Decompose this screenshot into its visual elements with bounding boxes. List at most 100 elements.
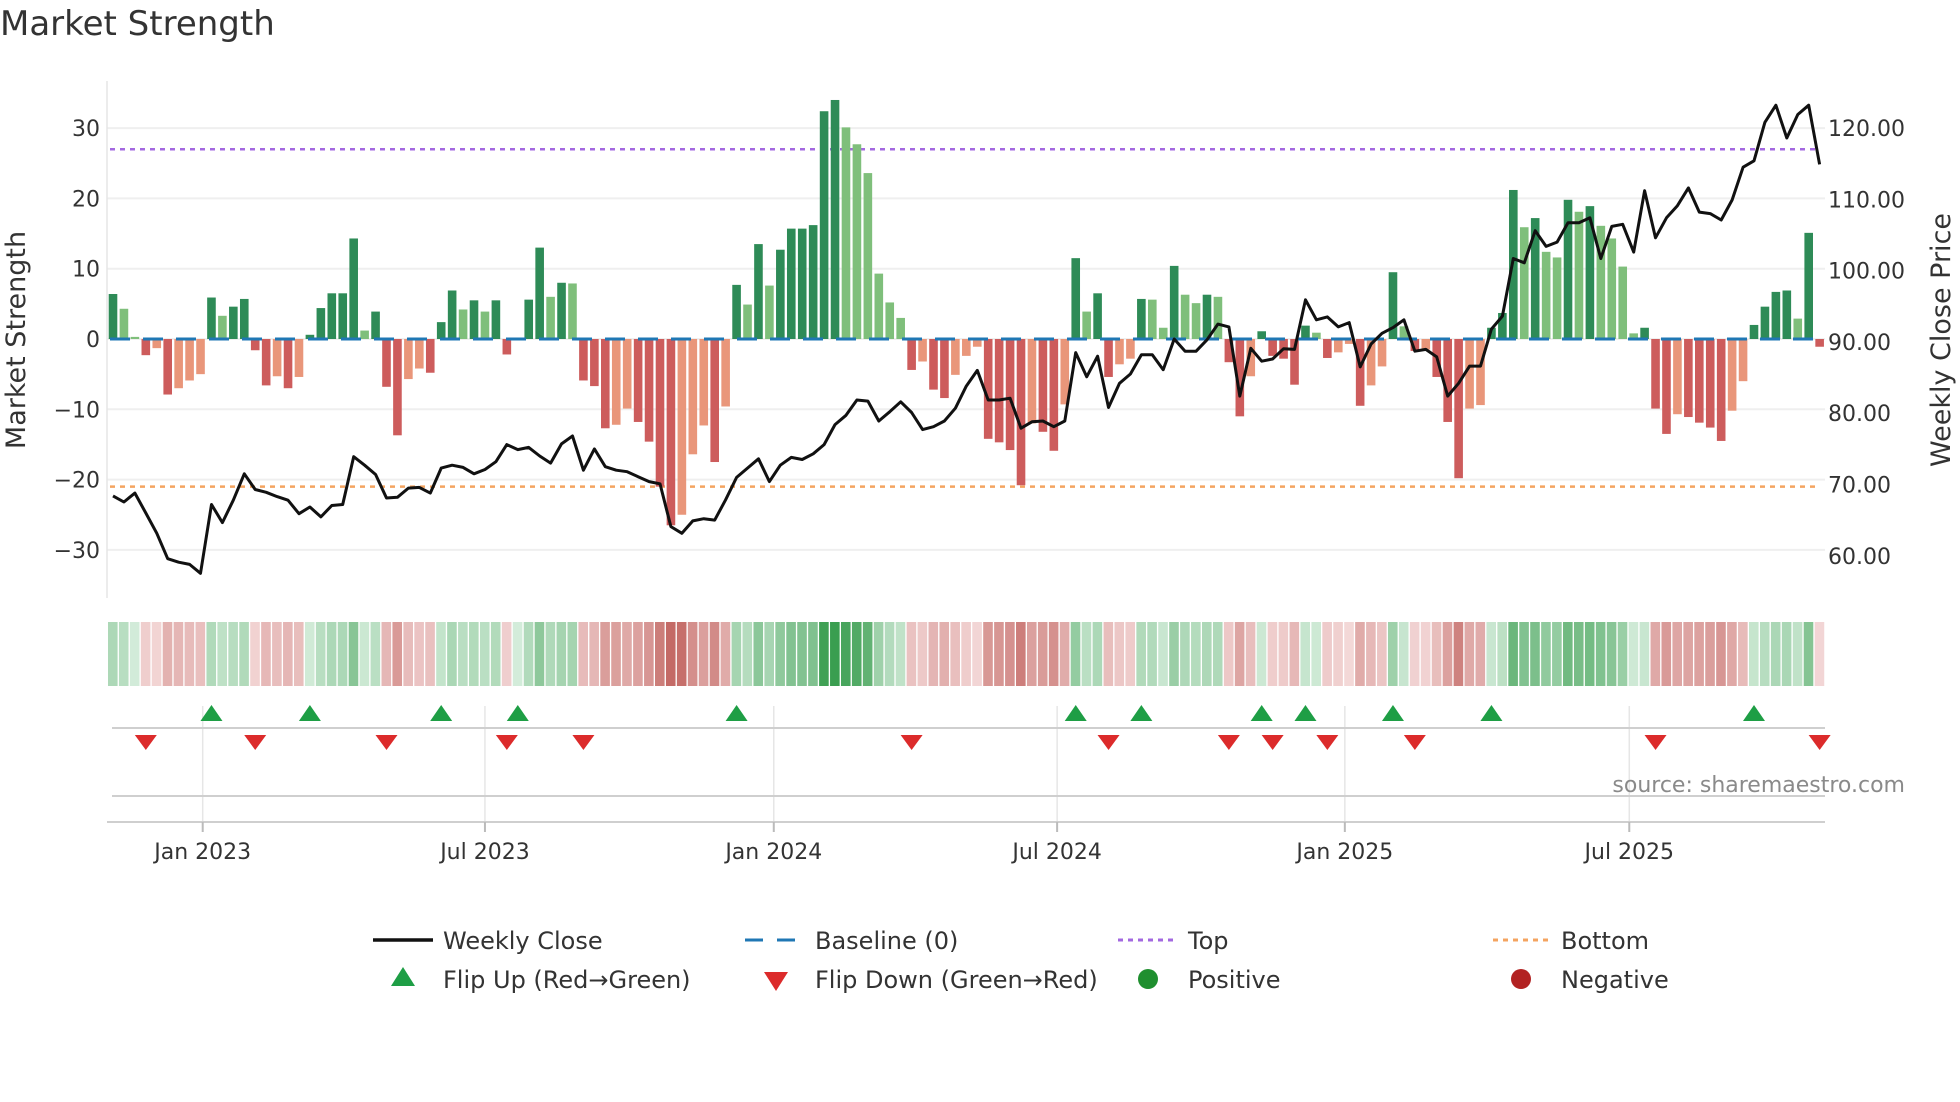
strength-bar <box>393 339 402 436</box>
strength-bar <box>1016 339 1026 486</box>
strength-bar <box>885 302 895 339</box>
right-tick-label: 70.00 <box>1828 474 1891 499</box>
heatmap-cell <box>983 622 993 686</box>
strength-bar <box>1771 291 1781 339</box>
strength-bar <box>1727 339 1737 411</box>
heatmap-cell <box>1158 622 1168 686</box>
strength-bar <box>896 317 905 339</box>
strength-bar <box>272 339 282 377</box>
heatmap-cell <box>523 622 534 686</box>
legend-item-flip-down[interactable]: Flip Down (Green→Red) <box>764 966 1098 994</box>
heatmap-cell <box>1573 622 1584 686</box>
heatmap-cell <box>1212 622 1223 686</box>
heatmap-cell <box>1497 622 1507 686</box>
right-tick-label: 80.00 <box>1828 402 1891 427</box>
heatmap-cell <box>830 622 840 686</box>
strength-bar <box>655 339 665 487</box>
heatmap-cell <box>644 622 654 686</box>
heatmap-cell <box>665 622 676 686</box>
heatmap-cell <box>359 622 370 686</box>
strength-bar <box>568 283 577 339</box>
heatmap-cell <box>217 622 227 686</box>
flip-up-marker <box>506 705 529 721</box>
heatmap-cell <box>1333 622 1343 686</box>
heatmap-cell <box>469 622 479 686</box>
heatmap-cell <box>1661 622 1672 686</box>
strength-bar <box>1268 339 1277 356</box>
legend-item-baseline[interactable]: Baseline (0) <box>745 927 958 955</box>
heatmap-cell <box>370 622 381 686</box>
heatmap-cell <box>611 622 621 686</box>
strength-bar <box>1158 327 1168 339</box>
strength-bar <box>524 299 534 339</box>
legend-label: Flip Up (Red→Green) <box>443 966 691 994</box>
flip-up-marker <box>430 705 453 721</box>
strength-bar <box>1301 325 1310 339</box>
heatmap-cell <box>1530 622 1540 686</box>
heatmap-cell <box>1431 622 1442 686</box>
strength-bar <box>1804 232 1813 339</box>
heatmap-cell <box>337 622 348 686</box>
legend-item-weekly-close[interactable]: Weekly Close <box>373 927 603 955</box>
heatmap-cell <box>1650 622 1661 686</box>
strength-bar <box>294 339 304 377</box>
heatmap-cell <box>1628 622 1639 686</box>
heatmap-cell <box>709 622 720 686</box>
strength-bar <box>962 339 971 356</box>
flip-up-marker <box>298 705 321 721</box>
heatmap-cell <box>425 622 435 686</box>
heatmap-cell <box>1191 622 1201 686</box>
strength-bar <box>1213 296 1223 339</box>
strength-bar <box>699 339 709 426</box>
heatmap-cell <box>764 622 774 686</box>
strength-bar <box>677 339 687 515</box>
legend-item-top[interactable]: Top <box>1118 927 1229 955</box>
heatmap-cell <box>173 622 184 686</box>
strength-bar <box>776 249 785 339</box>
strength-bar <box>1115 339 1124 365</box>
heatmap-cell <box>1749 622 1759 686</box>
heatmap-cell <box>1387 622 1398 686</box>
strength-bar <box>1082 311 1091 339</box>
strength-bar <box>1716 339 1726 441</box>
heatmap-cell <box>315 622 326 686</box>
legend-item-flip-up[interactable]: Flip Up (Red→Green) <box>391 966 691 994</box>
legend-label: Negative <box>1561 966 1669 994</box>
heatmap-cell <box>797 622 807 686</box>
strength-bar <box>447 290 457 339</box>
heatmap-cell <box>994 622 1004 686</box>
strength-bar <box>852 144 862 339</box>
heatmap-cell <box>151 622 162 686</box>
legend-item-positive[interactable]: Positive <box>1138 966 1281 994</box>
strength-bar <box>940 339 949 399</box>
strength-bar <box>316 308 326 339</box>
strength-bar <box>666 339 676 526</box>
strength-bar <box>754 244 763 339</box>
heatmap-cell <box>195 622 206 686</box>
heatmap-cell <box>753 622 764 686</box>
heatmap-cell <box>895 622 906 686</box>
heatmap-cell <box>1059 622 1070 686</box>
heatmap-cell <box>578 622 589 686</box>
heatmap-cell <box>293 622 304 686</box>
strength-bar <box>1454 339 1463 479</box>
strength-bar <box>1705 339 1715 428</box>
heatmap-cell <box>1617 622 1628 686</box>
strength-bar <box>1618 266 1628 339</box>
strength-bar <box>863 173 873 339</box>
strength-bar <box>929 339 938 390</box>
heatmap-cell <box>1344 622 1354 686</box>
heatmap-cell <box>676 622 687 686</box>
left-tick-label: 20 <box>72 187 100 212</box>
x-tick-label: Jan 2025 <box>1294 840 1393 865</box>
legend-item-bottom[interactable]: Bottom <box>1493 927 1649 955</box>
right-tick-label: 60.00 <box>1828 545 1891 570</box>
left-tick-label: −10 <box>54 398 100 423</box>
strength-bar <box>1093 293 1102 339</box>
strength-bar <box>1137 298 1146 339</box>
legend-item-negative[interactable]: Negative <box>1511 966 1669 994</box>
heatmap-cell <box>556 622 567 686</box>
heatmap-cell <box>851 622 862 686</box>
heatmap-cell <box>808 622 818 686</box>
heatmap-cell <box>283 622 293 686</box>
